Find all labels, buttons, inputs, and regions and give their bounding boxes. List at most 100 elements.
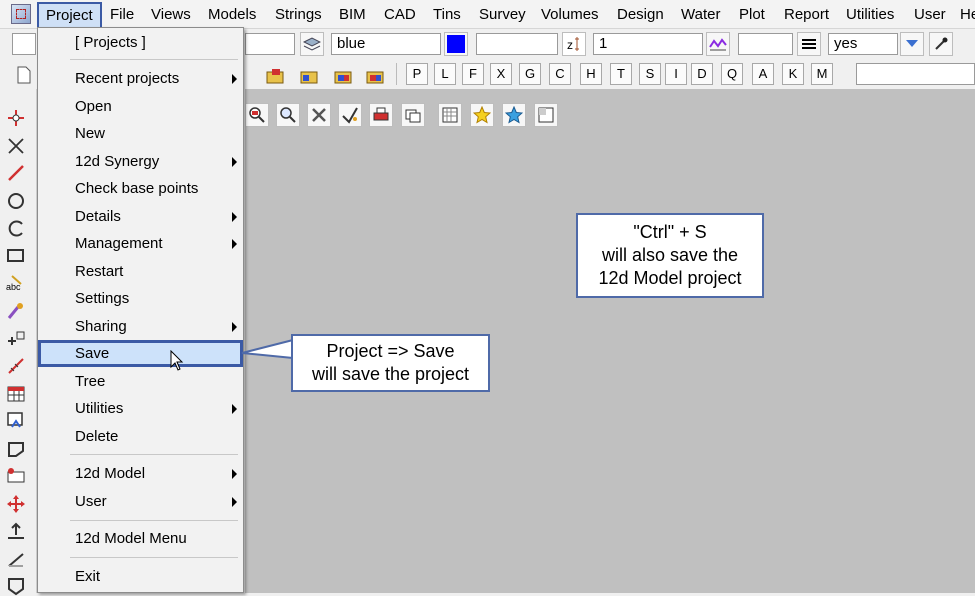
- menu-views[interactable]: Views: [151, 6, 191, 23]
- paint-icon[interactable]: [6, 301, 26, 321]
- letter-button-p[interactable]: P: [406, 63, 428, 85]
- text-icon[interactable]: abc: [6, 274, 26, 294]
- favourite-icon[interactable]: [470, 103, 494, 127]
- table-icon[interactable]: [6, 384, 26, 404]
- rectangle-icon[interactable]: [6, 246, 26, 266]
- z-value-icon[interactable]: z: [562, 32, 586, 56]
- menu-item-12d-model[interactable]: 12d Model: [75, 465, 145, 482]
- menu-strings[interactable]: Strings: [275, 6, 322, 23]
- menu-item-exit[interactable]: Exit: [75, 568, 100, 585]
- circle-icon[interactable]: [6, 191, 26, 211]
- profile-icon[interactable]: [706, 32, 730, 56]
- menu-help[interactable]: He: [960, 6, 975, 23]
- menu-item-projects[interactable]: [ Projects ]: [75, 34, 146, 51]
- letter-button-m[interactable]: M: [811, 63, 833, 85]
- menu-file[interactable]: File: [110, 6, 134, 23]
- letter-button-k[interactable]: K: [782, 63, 804, 85]
- thickness-field[interactable]: [738, 33, 793, 55]
- menu-utilities[interactable]: Utilities: [846, 6, 894, 23]
- model-select-icon[interactable]: [332, 64, 356, 88]
- menu-survey[interactable]: Survey: [479, 6, 526, 23]
- label-icon[interactable]: [6, 466, 26, 486]
- plot-frame-icon[interactable]: [6, 411, 26, 431]
- menu-item-tree[interactable]: Tree: [75, 373, 105, 390]
- linestyle-field[interactable]: [476, 33, 558, 55]
- letter-button-c[interactable]: C: [549, 63, 571, 85]
- menu-item-user[interactable]: User: [75, 493, 107, 510]
- line-icon[interactable]: [6, 163, 26, 183]
- letter-button-x[interactable]: X: [490, 63, 512, 85]
- chevron-down-icon[interactable]: [900, 32, 924, 56]
- menu-item-utilities[interactable]: Utilities: [75, 400, 123, 417]
- letter-button-g[interactable]: G: [519, 63, 541, 85]
- menu-item-management[interactable]: Management: [75, 235, 163, 252]
- symbol-icon[interactable]: [6, 329, 26, 349]
- eyedropper-icon[interactable]: [929, 32, 953, 56]
- visibility-field[interactable]: yes: [828, 33, 898, 55]
- windows-icon[interactable]: [401, 103, 425, 127]
- polygon-icon[interactable]: [6, 439, 26, 459]
- menu-item-12d-synergy[interactable]: 12d Synergy: [75, 153, 159, 170]
- menu-bim[interactable]: BIM: [339, 6, 366, 23]
- app-logo-icon[interactable]: [11, 4, 31, 24]
- colour-swatch-button[interactable]: [444, 32, 468, 56]
- favourite-blue-icon[interactable]: [502, 103, 526, 127]
- menu-item-new[interactable]: New: [75, 125, 105, 142]
- model-folder-icon[interactable]: [264, 64, 288, 88]
- menu-item-12d-model-menu[interactable]: 12d Model Menu: [75, 530, 187, 547]
- menu-item-restart[interactable]: Restart: [75, 263, 123, 280]
- letter-button-t[interactable]: T: [610, 63, 632, 85]
- menu-tins[interactable]: Tins: [433, 6, 461, 23]
- menu-plot[interactable]: Plot: [739, 6, 765, 23]
- letter-button-f[interactable]: F: [462, 63, 484, 85]
- selection-field[interactable]: [856, 63, 975, 85]
- measure-icon[interactable]: [6, 356, 26, 376]
- model-add-icon[interactable]: [298, 64, 322, 88]
- print-icon[interactable]: [369, 103, 393, 127]
- menu-report[interactable]: Report: [784, 6, 829, 23]
- letter-button-d[interactable]: D: [691, 63, 713, 85]
- menu-item-sharing[interactable]: Sharing: [75, 318, 127, 335]
- menu-models[interactable]: Models: [208, 6, 256, 23]
- menu-design[interactable]: Design: [617, 6, 664, 23]
- letter-button-q[interactable]: Q: [721, 63, 743, 85]
- model-remove-icon[interactable]: [364, 64, 388, 88]
- intersect-icon[interactable]: [6, 136, 26, 156]
- letter-button-i[interactable]: I: [665, 63, 687, 85]
- letter-button-a[interactable]: A: [752, 63, 774, 85]
- letter-button-l[interactable]: L: [434, 63, 456, 85]
- menu-item-delete[interactable]: Delete: [75, 428, 118, 445]
- colour-field[interactable]: blue: [331, 33, 441, 55]
- layers-icon[interactable]: [300, 32, 324, 56]
- menu-item-settings[interactable]: Settings: [75, 290, 129, 307]
- menu-item-open[interactable]: Open: [75, 98, 112, 115]
- new-document-icon[interactable]: [12, 63, 36, 87]
- weight-field[interactable]: 1: [593, 33, 703, 55]
- menu-user[interactable]: User: [914, 6, 946, 23]
- name-field[interactable]: [12, 33, 36, 55]
- menu-item-details[interactable]: Details: [75, 208, 121, 225]
- layout-icon[interactable]: [534, 103, 558, 127]
- arc-icon[interactable]: [6, 218, 26, 238]
- menu-water[interactable]: Water: [681, 6, 720, 23]
- align-icon[interactable]: [6, 521, 26, 541]
- slope-icon[interactable]: [6, 549, 26, 569]
- menu-volumes[interactable]: Volumes: [541, 6, 599, 23]
- line-weight-icon[interactable]: [797, 32, 821, 56]
- move-icon[interactable]: [6, 494, 26, 514]
- style-field[interactable]: [245, 33, 295, 55]
- tools-icon[interactable]: [307, 103, 331, 127]
- menu-project[interactable]: Project: [37, 2, 102, 29]
- letter-button-s[interactable]: S: [639, 63, 661, 85]
- menu-item-recent-projects[interactable]: Recent projects: [75, 70, 179, 87]
- pick-icon[interactable]: [338, 103, 362, 127]
- zoom-icon[interactable]: [276, 103, 300, 127]
- grid-icon[interactable]: [438, 103, 462, 127]
- menu-item-check-base-points[interactable]: Check base points: [75, 180, 198, 197]
- shape-icon[interactable]: [6, 576, 26, 596]
- point-icon[interactable]: [6, 108, 26, 128]
- menu-cad[interactable]: CAD: [384, 6, 416, 23]
- zoom-window-icon[interactable]: [245, 103, 269, 127]
- letter-button-h[interactable]: H: [580, 63, 602, 85]
- menu-item-save[interactable]: Save: [75, 345, 109, 362]
